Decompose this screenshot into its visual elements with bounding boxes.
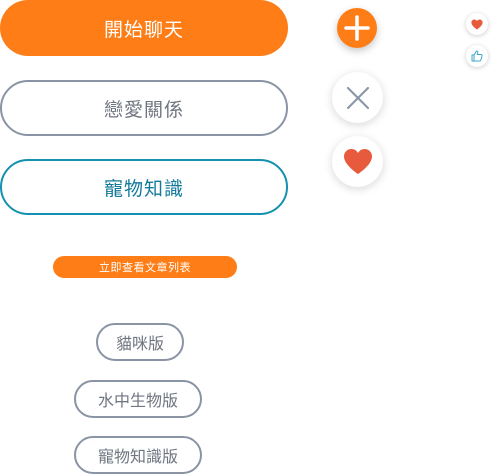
board-cat-button[interactable]: 貓咪版	[96, 323, 184, 361]
close-icon	[346, 86, 369, 109]
thumbs-up-icon	[471, 50, 483, 62]
heart-icon	[471, 19, 483, 30]
start-chat-button[interactable]: 開始聊天	[0, 0, 288, 56]
pet-knowledge-label: 寵物知識	[103, 177, 184, 200]
board-pet-knowledge-button[interactable]: 寵物知識版	[74, 436, 202, 474]
board-pet-knowledge-label: 寵物知識版	[97, 447, 178, 466]
favorite-button[interactable]	[332, 136, 383, 187]
board-aquatic-label: 水中生物版	[97, 391, 178, 410]
plus-icon	[344, 15, 370, 41]
board-cat-label: 貓咪版	[115, 334, 164, 353]
start-chat-label: 開始聊天	[103, 18, 184, 41]
mini-favorite-button[interactable]	[466, 13, 488, 35]
mini-like-button[interactable]	[466, 45, 488, 67]
board-aquatic-button[interactable]: 水中生物版	[74, 380, 202, 418]
view-articles-label: 立即查看文章列表	[99, 261, 191, 274]
view-articles-button[interactable]: 立即查看文章列表	[53, 256, 237, 278]
add-button[interactable]	[337, 8, 377, 48]
pet-knowledge-button[interactable]: 寵物知識	[0, 159, 288, 215]
heart-icon	[343, 148, 373, 175]
relationship-label: 戀愛關係	[103, 98, 184, 121]
close-button[interactable]	[332, 72, 383, 123]
relationship-button[interactable]: 戀愛關係	[0, 80, 288, 136]
